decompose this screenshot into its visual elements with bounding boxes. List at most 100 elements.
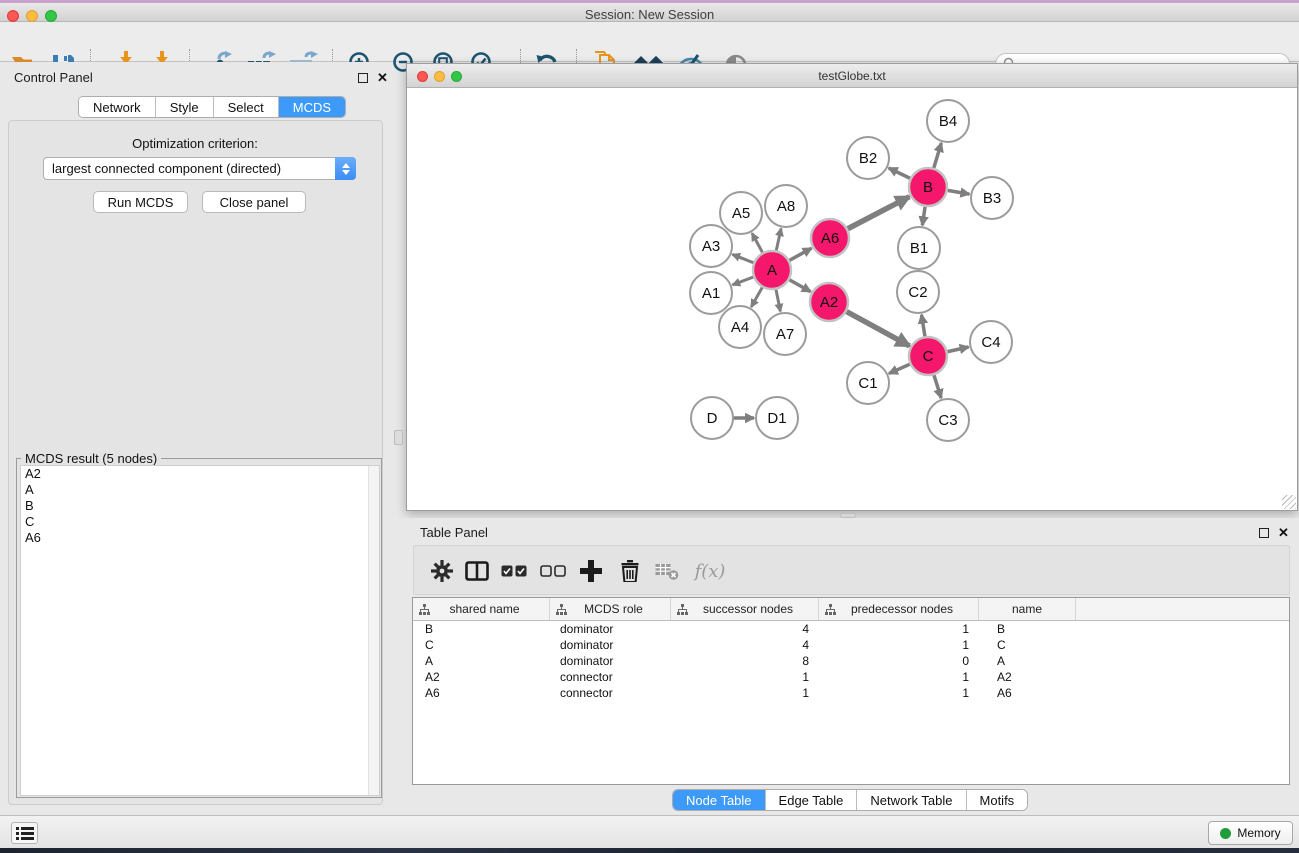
graph-node[interactable]: A1 <box>690 272 732 314</box>
column-header[interactable]: MCDS role <box>550 598 671 620</box>
graph-node[interactable]: A3 <box>690 225 732 267</box>
graph-node[interactable]: C2 <box>897 271 939 313</box>
select-all-icon[interactable] <box>499 546 529 596</box>
tab-network-table[interactable]: Network Table <box>857 790 966 810</box>
network-canvas[interactable]: B4 B2 B B3 A8 A5 A6 A3 B1 A C2 A1 A2 A4 A7 C4 C C1 D D1 C3 <box>407 88 1297 510</box>
tab-network[interactable]: Network <box>79 97 156 117</box>
node-table[interactable]: shared nameMCDS role successor nodesprede… <box>412 597 1290 785</box>
graph-node[interactable]: D1 <box>756 397 798 439</box>
desktop-background-strip <box>0 848 1299 853</box>
tab-style[interactable]: Style <box>156 97 214 117</box>
delete-table-icon[interactable] <box>652 546 682 596</box>
mcds-result-item[interactable]: A2 <box>21 466 379 482</box>
graph-node-mcds[interactable]: B <box>909 168 947 206</box>
close-panel-icon[interactable]: ✕ <box>1278 525 1289 541</box>
mcds-result-item[interactable]: A <box>21 482 379 498</box>
table-row[interactable]: A2connector11A2 <box>413 669 1289 685</box>
mcds-result-list[interactable]: A2ABCA6 <box>20 465 380 796</box>
dropdown-stepper-icon <box>335 157 356 180</box>
mcds-result-item[interactable]: C <box>21 514 379 530</box>
float-panel-icon[interactable] <box>358 73 368 83</box>
table-row[interactable]: Adominator80A <box>413 653 1289 669</box>
scrollbar-track[interactable] <box>368 466 379 795</box>
close-panel-button[interactable]: Close panel <box>202 191 306 213</box>
svg-text:B: B <box>923 179 933 196</box>
deselect-all-icon[interactable] <box>538 546 568 596</box>
table-cell: dominator <box>550 654 671 668</box>
table-cell: 4 <box>671 622 819 636</box>
graph-node-mcds[interactable]: A2 <box>810 283 848 321</box>
table-cell: 1 <box>819 622 979 636</box>
graph-node[interactable]: A4 <box>719 306 761 348</box>
control-panel-tabs: Network Style Select MCDS <box>78 96 346 118</box>
table-cell: A2 <box>979 670 1076 684</box>
tab-motifs[interactable]: Motifs <box>967 790 1028 810</box>
column-header[interactable]: shared name <box>413 598 550 620</box>
svg-text:D1: D1 <box>767 410 786 427</box>
criterion-dropdown[interactable]: largest connected component (directed) <box>43 157 356 180</box>
run-mcds-button[interactable]: Run MCDS <box>93 191 188 213</box>
graph-node[interactable]: C3 <box>927 399 969 441</box>
table-body[interactable]: Bdominator41BCdominator41CAdominator80AA… <box>413 621 1289 701</box>
column-view-icon[interactable] <box>462 546 492 596</box>
graph-node[interactable]: A5 <box>720 192 762 234</box>
column-header[interactable]: name <box>979 598 1076 620</box>
graph-node[interactable]: A8 <box>765 185 807 227</box>
table-cell: dominator <box>550 622 671 636</box>
graph-node[interactable]: B2 <box>847 137 889 179</box>
graph-node[interactable]: B4 <box>927 100 969 142</box>
graph-node[interactable]: D <box>691 397 733 439</box>
column-type-icon <box>419 604 430 615</box>
float-panel-icon[interactable] <box>1259 528 1269 538</box>
graph-node-mcds[interactable]: C <box>909 337 947 375</box>
svg-text:A: A <box>767 262 777 279</box>
graph-node-mcds[interactable]: A <box>753 251 791 289</box>
mcds-result-item[interactable]: B <box>21 498 379 514</box>
graph-node[interactable]: B3 <box>971 177 1013 219</box>
column-type-icon <box>825 604 836 615</box>
tab-select[interactable]: Select <box>214 97 279 117</box>
mac-titlebar: Session: New Session <box>0 3 1299 22</box>
gear-icon[interactable] <box>428 546 456 596</box>
resize-grip-icon[interactable] <box>1282 495 1296 509</box>
tab-node-table[interactable]: Node Table <box>673 790 766 810</box>
graph-node[interactable]: C4 <box>970 321 1012 363</box>
list-icon <box>16 826 34 841</box>
svg-text:A5: A5 <box>732 205 750 222</box>
graph-node[interactable]: A7 <box>764 313 806 355</box>
network-window-titlebar[interactable]: testGlobe.txt <box>407 64 1297 88</box>
table-cell: C <box>413 638 550 652</box>
tab-edge-table[interactable]: Edge Table <box>766 790 858 810</box>
table-cell: 1 <box>671 686 819 700</box>
memory-label: Memory <box>1237 826 1280 840</box>
tab-mcds[interactable]: MCDS <box>279 97 345 117</box>
svg-text:A4: A4 <box>731 319 749 336</box>
table-cell: connector <box>550 670 671 684</box>
svg-text:A2: A2 <box>820 294 838 311</box>
control-panel-title: Control Panel <box>14 70 93 85</box>
svg-text:A6: A6 <box>821 230 839 247</box>
column-header-label: successor nodes <box>688 602 818 616</box>
table-row[interactable]: A6connector11A6 <box>413 685 1289 701</box>
table-toolbar: f(x) <box>413 545 1290 595</box>
memory-button[interactable]: Memory <box>1208 821 1293 845</box>
panel-splitter-handle[interactable] <box>394 430 403 445</box>
task-history-button[interactable] <box>11 822 38 844</box>
table-row[interactable]: Bdominator41B <box>413 621 1289 637</box>
mcds-result-item[interactable]: A6 <box>21 530 379 546</box>
graph-node[interactable]: B1 <box>898 227 940 269</box>
table-cell: B <box>413 622 550 636</box>
svg-text:C4: C4 <box>981 334 1000 351</box>
close-panel-icon[interactable]: ✕ <box>377 70 388 86</box>
column-header[interactable]: predecessor nodes <box>819 598 979 620</box>
main-toolbar <box>0 22 1299 62</box>
function-builder-icon[interactable]: f(x) <box>689 546 731 596</box>
table-row[interactable]: Cdominator41C <box>413 637 1289 653</box>
graph-node-mcds[interactable]: A6 <box>811 219 849 257</box>
graph-node[interactable]: C1 <box>847 362 889 404</box>
table-header-row[interactable]: shared nameMCDS role successor nodesprede… <box>413 598 1289 621</box>
add-column-icon[interactable] <box>576 546 606 596</box>
column-header[interactable]: successor nodes <box>671 598 819 620</box>
network-graph[interactable]: B4 B2 B B3 A8 A5 A6 A3 B1 A C2 A1 A2 A4 A7 C4 C C1 D D1 C3 <box>407 88 1297 510</box>
delete-column-icon[interactable] <box>616 546 644 596</box>
